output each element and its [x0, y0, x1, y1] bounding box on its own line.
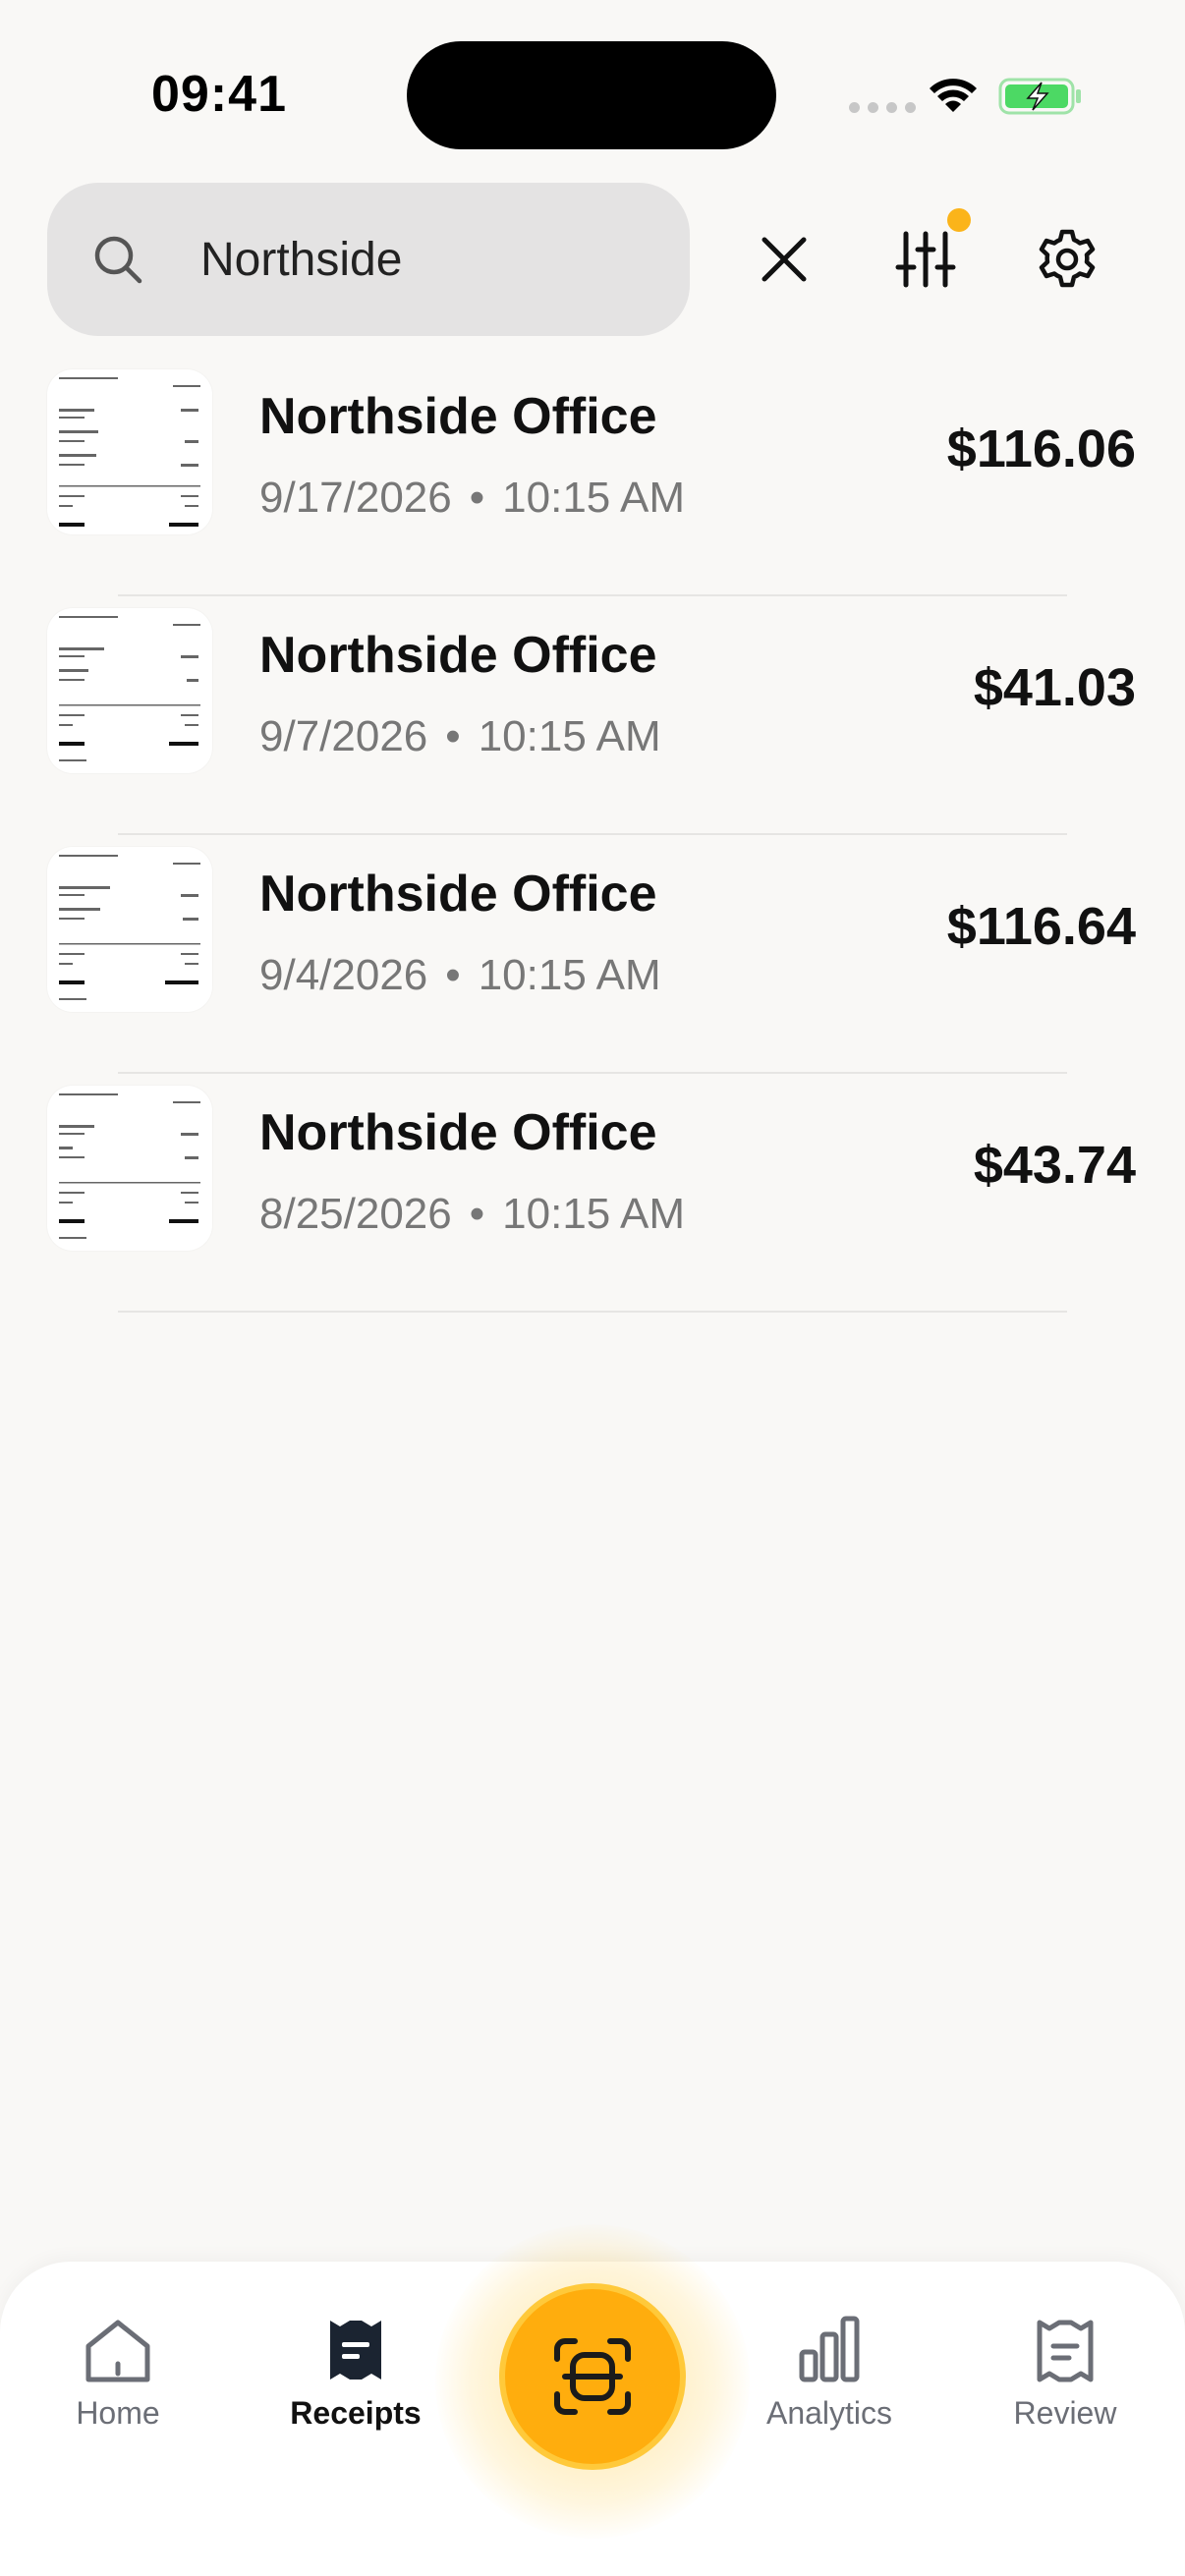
- receipt-amount: $43.74: [973, 1136, 1136, 1195]
- meta-separator: •: [469, 1190, 485, 1238]
- tab-label: Receipts: [290, 2395, 422, 2431]
- receipt-date: 9/17/2026: [259, 474, 452, 522]
- receipt-merchant: Northside Office: [259, 1104, 657, 1161]
- tab-label: Review: [1013, 2395, 1117, 2431]
- receipt-time: 10:15 AM: [478, 951, 661, 999]
- receipt-row[interactable]: Northside Office 9/7/2026 • 10:15 AM $41…: [0, 596, 1185, 835]
- filter-button[interactable]: [875, 208, 977, 310]
- tab-label: Analytics: [765, 2395, 893, 2431]
- receipt-icon: [330, 2321, 381, 2380]
- receipt-merchant: Northside Office: [259, 866, 657, 923]
- tab-home[interactable]: Home: [29, 2315, 206, 2432]
- receipt-thumbnail: [47, 847, 212, 1012]
- receipt-thumbnail: [47, 608, 212, 773]
- tab-review[interactable]: Review: [977, 2315, 1154, 2432]
- bar-chart-icon: [799, 2316, 860, 2382]
- filter-active-badge: [947, 208, 971, 232]
- meta-separator: •: [469, 474, 485, 522]
- search-icon: [94, 236, 142, 284]
- battery-charging-icon: [998, 78, 1081, 115]
- sliders-icon: [895, 231, 956, 288]
- receipt-datetime: 9/17/2026 • 10:15 AM: [259, 474, 685, 523]
- receipt-amount: $116.64: [946, 897, 1136, 956]
- tab-label: Home: [76, 2395, 160, 2431]
- receipt-amount: $116.06: [946, 420, 1136, 478]
- receipt-date: 9/4/2026: [259, 951, 428, 999]
- scan-icon: [554, 2338, 631, 2415]
- receipt-amount: $41.03: [973, 658, 1136, 717]
- status-time: 09:41: [151, 66, 287, 123]
- receipt-datetime: 9/7/2026 • 10:15 AM: [259, 712, 661, 761]
- wifi-icon: [930, 79, 977, 112]
- cellular-signal-icon: [849, 102, 916, 113]
- receipt-date: 8/25/2026: [259, 1190, 452, 1238]
- receipt-row[interactable]: Northside Office 8/25/2026 • 10:15 AM $4…: [0, 1074, 1185, 1313]
- clear-search-button[interactable]: [733, 208, 835, 310]
- tab-analytics[interactable]: Analytics: [741, 2315, 918, 2432]
- tab-receipts[interactable]: Receipts: [267, 2315, 444, 2432]
- receipt-list: Northside Office 9/17/2026 • 10:15 AM $1…: [0, 358, 1185, 1313]
- receipt-thumbnail: [47, 1086, 212, 1251]
- search-bar[interactable]: [47, 183, 690, 336]
- meta-separator: •: [445, 951, 461, 999]
- receipt-datetime: 8/25/2026 • 10:15 AM: [259, 1190, 685, 1239]
- receipt-time: 10:15 AM: [502, 474, 686, 522]
- receipt-datetime: 9/4/2026 • 10:15 AM: [259, 951, 661, 1000]
- receipt-merchant: Northside Office: [259, 388, 657, 445]
- review-icon: [1037, 2320, 1094, 2382]
- gear-icon: [1039, 229, 1096, 288]
- receipt-time: 10:15 AM: [502, 1190, 686, 1238]
- receipt-merchant: Northside Office: [259, 627, 657, 684]
- close-icon: [762, 237, 807, 282]
- status-bar: 09:41: [0, 0, 1185, 177]
- meta-separator: •: [445, 712, 461, 760]
- receipt-time: 10:15 AM: [478, 712, 661, 760]
- receipt-date: 9/7/2026: [259, 712, 428, 760]
- receipt-row[interactable]: Northside Office 9/17/2026 • 10:15 AM $1…: [0, 358, 1185, 596]
- receipt-row[interactable]: Northside Office 9/4/2026 • 10:15 AM $11…: [0, 835, 1185, 1074]
- scan-receipt-button[interactable]: [499, 2283, 686, 2470]
- settings-button[interactable]: [1016, 208, 1118, 310]
- row-divider: [118, 1311, 1067, 1313]
- receipt-thumbnail: [47, 369, 212, 534]
- search-input[interactable]: [200, 183, 662, 336]
- dynamic-island: [407, 41, 776, 149]
- home-icon: [85, 2320, 150, 2382]
